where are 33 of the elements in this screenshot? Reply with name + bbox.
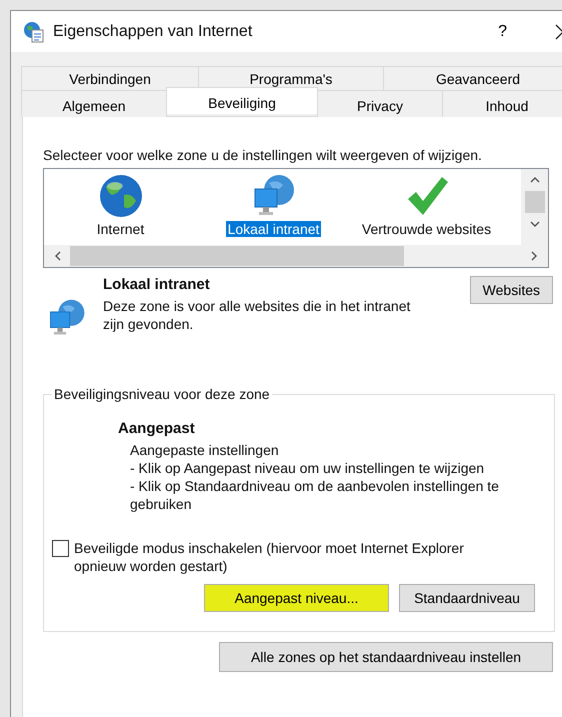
scroll-thumb[interactable]: [70, 246, 404, 266]
group-legend: Beveiligingsniveau voor deze zone: [52, 386, 272, 402]
checkbox[interactable]: [52, 540, 69, 557]
scroll-down-icon[interactable]: [528, 219, 540, 229]
zone-item[interactable]: Internet: [94, 221, 146, 237]
horizontal-scrollbar[interactable]: [44, 245, 548, 267]
level-description: Aangepaste instellingen: [130, 441, 280, 459]
tab[interactable]: Verbindingen: [21, 66, 199, 90]
globe-document-icon: [23, 20, 45, 42]
tab[interactable]: Beveiliging: [166, 87, 318, 114]
level-description: - Klik op Aangepast niveau om uw instellingen te wijzigen: [130, 459, 486, 477]
zone-prompt: Selecteer voor welke zone u de instellingen wilt weergeven of wijzigen.: [43, 147, 483, 163]
reset-zones-button[interactable]: Alle zones op het standaardniveau instellen: [219, 642, 553, 672]
level-name: Aangepast: [118, 420, 196, 437]
scroll-up-icon[interactable]: [528, 175, 540, 185]
tab[interactable]: Algemeen: [21, 90, 167, 117]
tab[interactable]: Inhoud: [442, 90, 562, 117]
tab[interactable]: Programma's: [198, 66, 384, 90]
scroll-thumb[interactable]: [524, 191, 544, 213]
websites-button[interactable]: Websites: [470, 276, 553, 304]
level-description: - Klik op Standaardniveau om de aanbevolen instellingen te gebruiken: [130, 477, 500, 513]
zone-item[interactable]: Lokaal intranet: [226, 221, 322, 237]
zone-title: Lokaal intranet: [103, 276, 211, 293]
window-title: Eigenschappen van Internet: [53, 22, 254, 40]
level-button[interactable]: Aangepast niveau...: [204, 584, 389, 612]
globe-icon: [98, 173, 144, 219]
tab[interactable]: Privacy: [317, 90, 443, 117]
level-button[interactable]: Standaardniveau: [399, 584, 535, 612]
vertical-scrollbar[interactable]: [521, 169, 548, 245]
zone-item[interactable]: Vertrouwde websites: [360, 221, 494, 237]
checkbox-label: Beveiligde modus inschakelen (hiervoor moet Internet Explorer opnieuw worden gestart): [74, 539, 465, 575]
zone-description: Deze zone is voor alle websites die in het intranet zijn gevonden.: [103, 297, 412, 333]
help-button[interactable]: ?: [492, 18, 513, 44]
